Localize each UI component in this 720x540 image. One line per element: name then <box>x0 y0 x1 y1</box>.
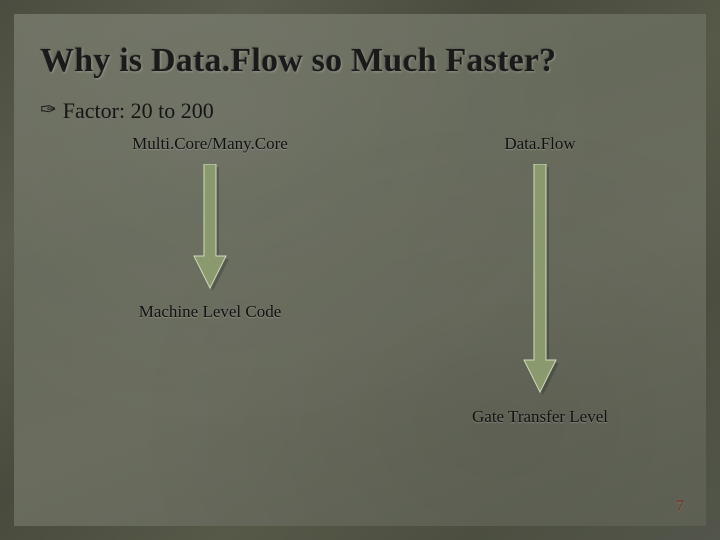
label-dataflow: Data.Flow <box>440 134 640 154</box>
label-multicore: Multi.Core/Many.Core <box>100 134 320 154</box>
column-multicore: Multi.Core/Many.Core Machine Level Code <box>100 134 320 322</box>
column-dataflow: Data.Flow Gate Transfer Level <box>440 134 640 427</box>
bullet-row: ✑ Factor: 20 to 200 <box>40 98 680 124</box>
label-machine-level: Machine Level Code <box>100 302 320 322</box>
slide-title: Why is Data.Flow so Much Faster? <box>40 42 680 80</box>
slide-frame: Why is Data.Flow so Much Faster? ✑ Facto… <box>0 0 720 540</box>
slide-content: Why is Data.Flow so Much Faster? ✑ Facto… <box>14 14 706 526</box>
bullet-glyph-icon: ✑ <box>40 100 57 120</box>
page-number: 7 <box>676 498 684 516</box>
arrow-down-icon <box>190 164 230 294</box>
arrow-down-long-icon <box>520 164 560 399</box>
label-gate-transfer: Gate Transfer Level <box>440 407 640 427</box>
diagram-area: Multi.Core/Many.Core Machine Level Code … <box>40 134 680 464</box>
bullet-text: Factor: 20 to 200 <box>63 98 214 124</box>
